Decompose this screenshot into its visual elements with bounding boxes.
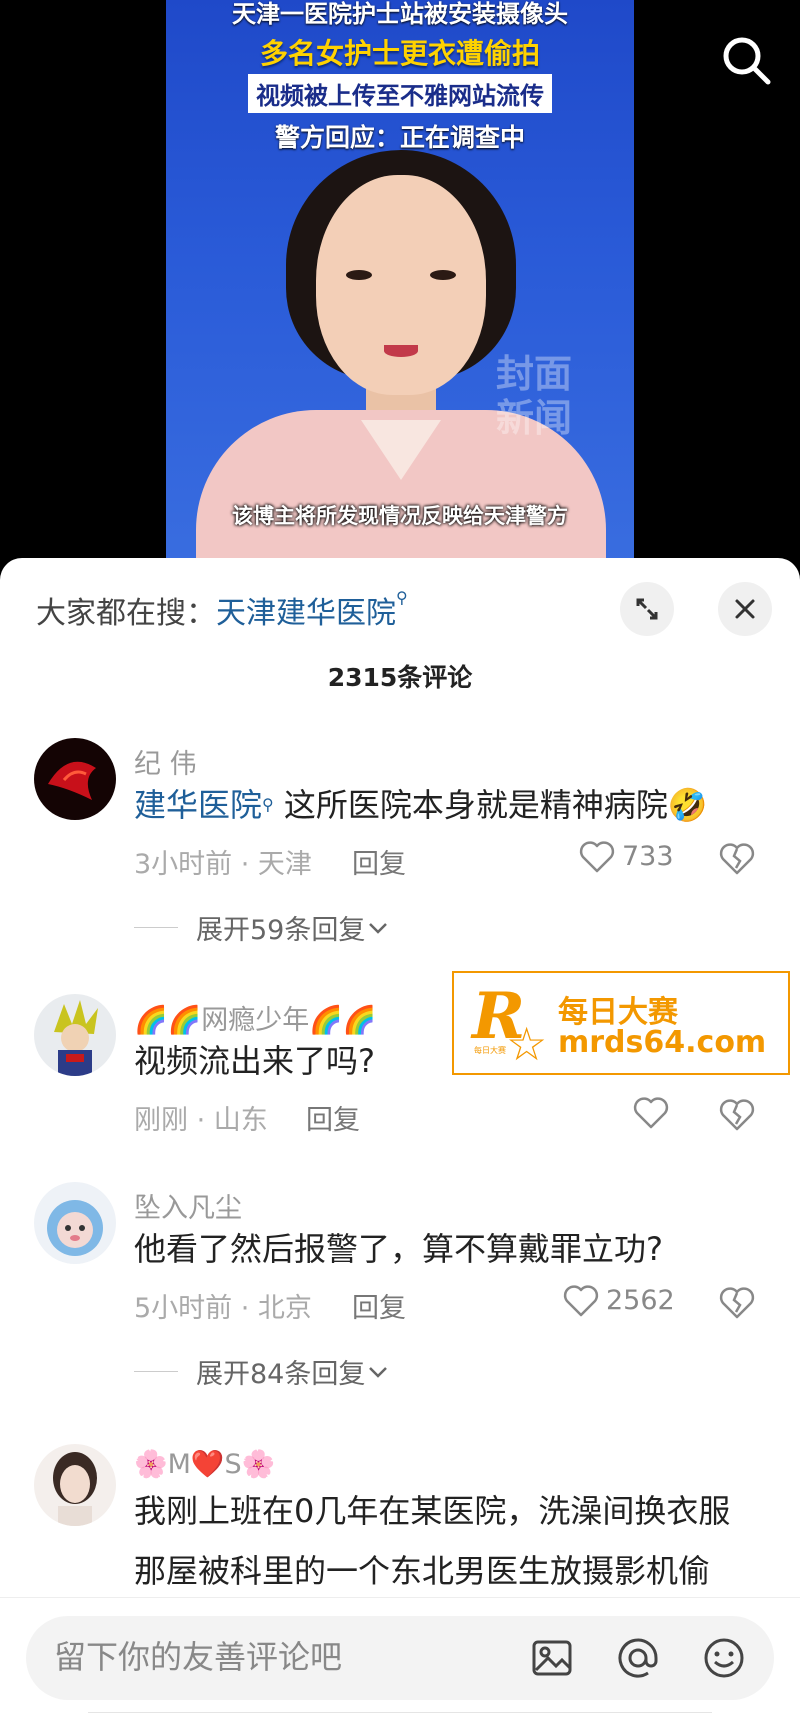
star-icon: ☆ (506, 1017, 548, 1071)
like-count: 733 (622, 840, 674, 872)
search-mini-icon: ⚲ (396, 588, 408, 607)
expand-button[interactable] (620, 582, 674, 636)
anchor-eye-left (346, 270, 372, 280)
comment-text: 他看了然后报警了，算不算戴罪立功? (134, 1230, 663, 1268)
comment-input[interactable] (54, 1638, 504, 1676)
reply-button[interactable]: 回复 (352, 1286, 406, 1325)
headline-line-3: 视频被上传至不雅网站流传 (248, 74, 552, 113)
expand-replies-button[interactable]: 展开84条回复 (134, 1352, 391, 1391)
comment-meta: 5小时前 · 北京 (134, 1293, 312, 1324)
like-button[interactable]: 733 (578, 838, 674, 874)
headline-line-2: 多名女护士更衣遭偷拍 (259, 37, 540, 70)
video-player[interactable]: 天津一医院护士站被安装摄像头 多名女护士更衣遭偷拍 视频被上传至不雅网站流传 警… (0, 0, 800, 580)
close-icon (735, 599, 755, 619)
comment-text-line-2: 那屋被科里的一个东北男医生放摄影机偷 (134, 1552, 711, 1590)
chevron-down-icon (369, 1366, 388, 1378)
emoji-button[interactable] (702, 1636, 746, 1680)
search-button[interactable] (718, 32, 774, 88)
heart-icon (579, 841, 615, 873)
home-indicator (88, 1712, 712, 1720)
like-button[interactable]: 2562 (562, 1282, 675, 1318)
news-watermark: 封面 新闻 (496, 351, 573, 440)
expand-icon (636, 598, 658, 620)
avatar[interactable] (34, 1444, 116, 1526)
avatar[interactable] (34, 994, 116, 1076)
avatar[interactable] (34, 738, 116, 820)
hot-search-label: 大家都在搜： (36, 596, 216, 631)
broken-heart-icon (719, 1099, 755, 1131)
ad-url: mrds64.com (558, 1025, 767, 1060)
comment-sheet: 大家都在搜：天津建华医院⚲ 2315条评论 纪 伟 建华医院⚲ 这所医院本身就是… (0, 558, 800, 1721)
mention-button[interactable] (616, 1636, 660, 1680)
expand-replies-button[interactable]: 展开59条回复 (134, 908, 391, 947)
ad-watermark[interactable]: R ☆ 每日大赛 每日大赛 mrds64.com (452, 971, 790, 1075)
broken-heart-icon (719, 1287, 755, 1319)
dislike-button[interactable] (718, 840, 756, 878)
ad-logo-caption: 每日大赛 (474, 1046, 506, 1055)
comment-input-container[interactable] (26, 1616, 774, 1700)
dislike-button[interactable] (718, 1284, 756, 1322)
at-icon (618, 1638, 658, 1678)
headline-line-1: 天津一医院护士站被安装摄像头 (232, 0, 568, 28)
hospital-tag-link[interactable]: 建华医院 (134, 786, 262, 824)
close-button[interactable] (718, 582, 772, 636)
reply-button[interactable]: 回复 (352, 842, 406, 881)
comment-meta: 刚刚 · 山东 (134, 1105, 268, 1136)
image-button[interactable] (530, 1636, 574, 1680)
emoji-icon (704, 1638, 744, 1678)
reply-button[interactable]: 回复 (306, 1098, 360, 1137)
avatar[interactable] (34, 1182, 116, 1264)
search-icon (723, 37, 771, 85)
comment-count: 2315条评论 (327, 663, 473, 692)
headline-line-4: 警方回应：正在调查中 (274, 123, 525, 152)
comment-text-line-1: 我刚上班在0几年在某医院，洗澡间换衣服 (134, 1492, 731, 1530)
hot-search-bar: 大家都在搜：天津建华医院⚲ (36, 588, 408, 632)
chevron-down-icon (369, 922, 388, 934)
hot-search-link[interactable]: 天津建华医院 (216, 596, 396, 631)
like-button[interactable] (632, 1094, 670, 1130)
anchor-eye-right (430, 270, 456, 280)
broken-heart-icon (719, 843, 755, 875)
comment-meta: 3小时前 · 天津 (134, 849, 312, 880)
heart-icon (633, 1097, 669, 1129)
comment-username[interactable]: 🌸M❤️S🌸 (134, 1448, 275, 1480)
comment-text: 建华医院⚲ 这所医院本身就是精神病院🤣 (134, 786, 708, 824)
comment-input-bar (0, 1597, 800, 1721)
anchor-face (316, 175, 486, 395)
like-count: 2562 (606, 1284, 675, 1316)
video-frame: 天津一医院护士站被安装摄像头 多名女护士更衣遭偷拍 视频被上传至不雅网站流传 警… (166, 0, 634, 580)
video-subtitle: 该博主将所发现情况反映给天津警方 (232, 504, 568, 528)
search-mini-icon: ⚲ (262, 795, 274, 814)
anchor-mouth (384, 345, 418, 357)
heart-icon (563, 1285, 599, 1317)
dislike-button[interactable] (718, 1096, 756, 1134)
image-icon (532, 1640, 572, 1676)
